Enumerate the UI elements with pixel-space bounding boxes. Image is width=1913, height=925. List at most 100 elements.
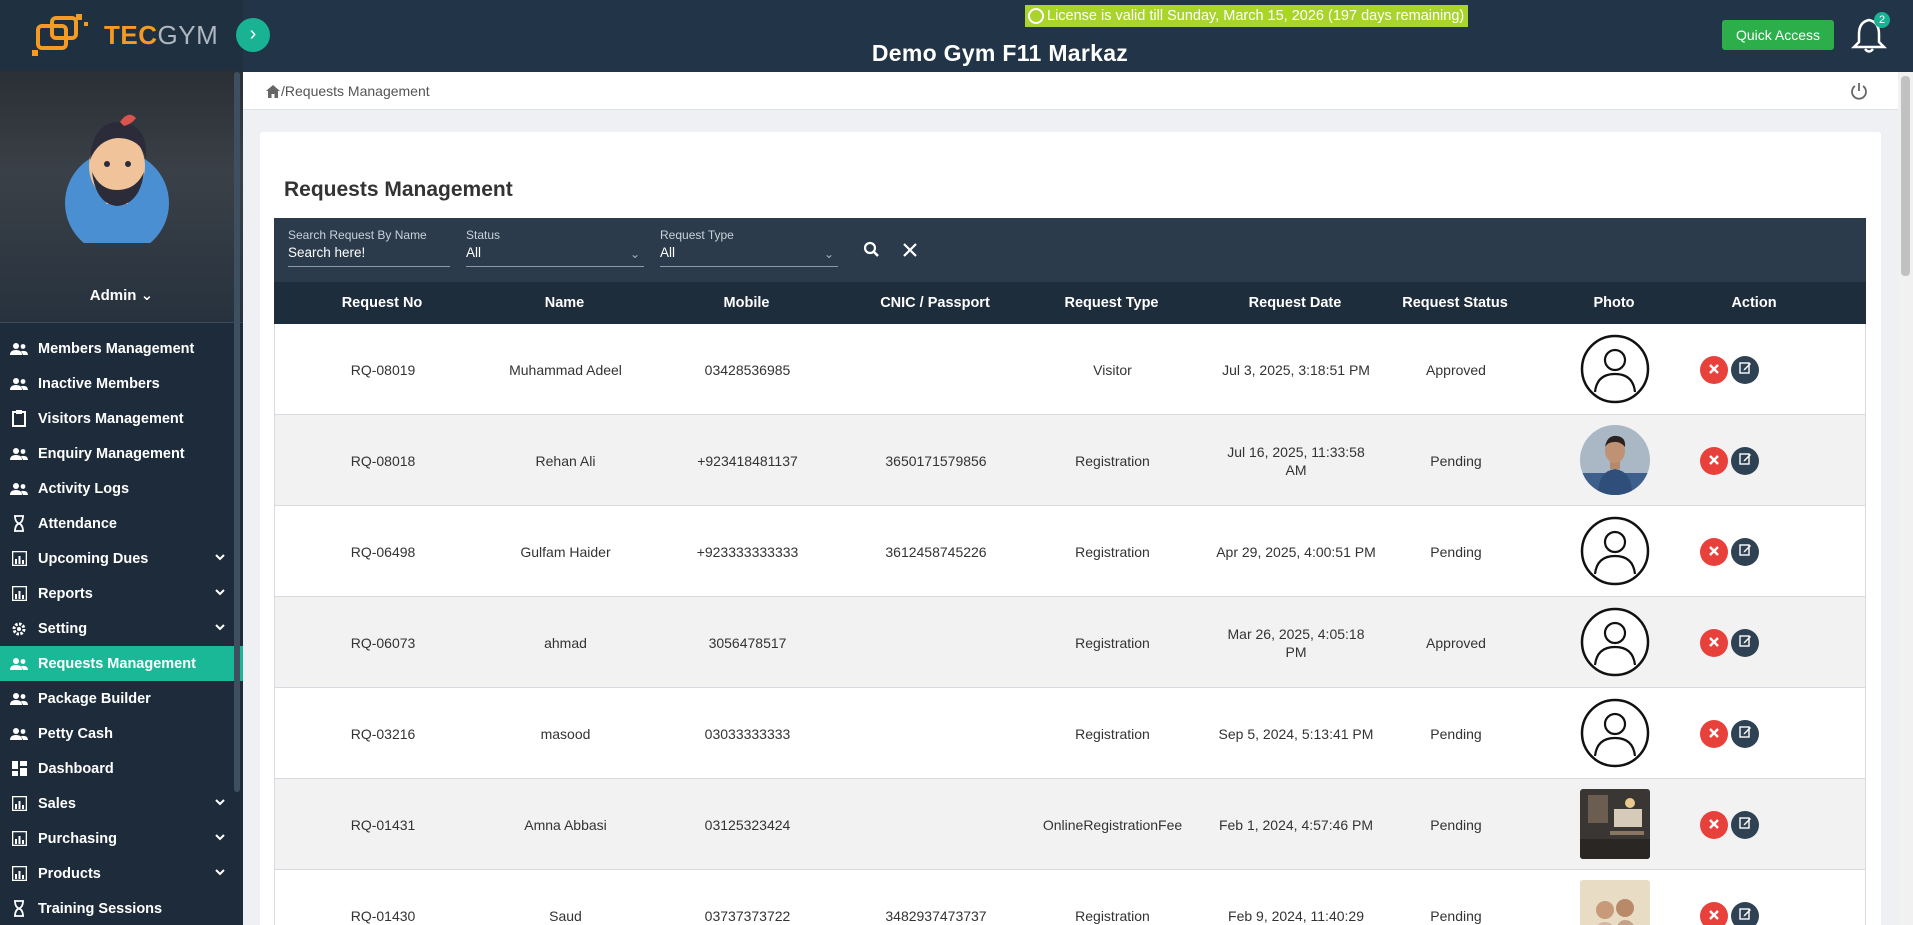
column-header-mobile[interactable]: Mobile xyxy=(674,295,819,311)
notification-badge: 2 xyxy=(1874,12,1890,28)
request-type-filter: Request Type All ⌄ xyxy=(660,228,838,267)
admin-menu[interactable]: Admin ⌄ xyxy=(0,286,243,304)
table-row[interactable]: RQ-08018 Rehan Ali +923418481137 3650171579… xyxy=(274,415,1866,506)
edit-request-button[interactable] xyxy=(1731,811,1759,839)
edit-request-button[interactable] xyxy=(1731,447,1759,475)
sidebar-item-label: Products xyxy=(38,865,101,882)
sidebar-item-setting[interactable]: Setting xyxy=(0,611,243,646)
users-icon xyxy=(8,375,30,393)
table-row[interactable]: RQ-08019 Muhammad Adeel 03428536985 Visitor… xyxy=(274,324,1866,415)
sidebar-item-petty-cash[interactable]: Petty Cash xyxy=(0,716,243,751)
page-scrollbar[interactable] xyxy=(1898,72,1913,925)
sidebar-item-dashboard[interactable]: Dashboard xyxy=(0,751,243,786)
home-icon[interactable] xyxy=(265,84,281,99)
table-row[interactable]: RQ-06498 Gulfam Haider +923333333333 361245… xyxy=(274,506,1866,597)
member-photo[interactable] xyxy=(1580,789,1650,859)
delete-request-button[interactable] xyxy=(1700,811,1728,839)
x-icon xyxy=(1709,819,1719,829)
delete-request-button[interactable] xyxy=(1700,720,1728,748)
cell-mobile: +923333333333 xyxy=(696,543,799,560)
edit-request-button[interactable] xyxy=(1731,538,1759,566)
column-header-request-no[interactable]: Request No xyxy=(312,295,452,311)
column-header-request-date[interactable]: Request Date xyxy=(1215,295,1375,311)
sidebar-toggle-button[interactable]: › xyxy=(236,18,270,52)
sidebar-item-inactive-members[interactable]: Inactive Members xyxy=(0,366,243,401)
column-header-action[interactable]: Action xyxy=(1694,295,1814,311)
status-select[interactable]: All ⌄ xyxy=(466,245,644,267)
sidebar-item-sales[interactable]: Sales xyxy=(0,786,243,821)
sidebar-item-package-builder[interactable]: Package Builder xyxy=(0,681,243,716)
quick-access-button[interactable]: Quick Access xyxy=(1722,20,1835,50)
cell-request-status: Pending xyxy=(1430,816,1482,833)
user-placeholder-avatar[interactable] xyxy=(1580,334,1650,404)
cell-request-date: Feb 9, 2024, 11:40:29 xyxy=(1228,907,1364,924)
delete-request-button[interactable] xyxy=(1700,538,1728,566)
avatar[interactable] xyxy=(62,108,172,243)
power-icon[interactable] xyxy=(1850,82,1868,100)
sidebar-item-label: Dashboard xyxy=(38,760,114,777)
cell-mobile: 03737373722 xyxy=(704,907,791,924)
search-input[interactable]: Search here! xyxy=(288,245,450,267)
sidebar-item-reports[interactable]: Reports xyxy=(0,576,243,611)
chevron-down-icon xyxy=(215,865,225,879)
sidebar-item-requests-management[interactable]: Requests Management xyxy=(0,646,243,681)
table-row[interactable]: RQ-01430 Saud 03737373722 3482937473737 Regi… xyxy=(274,870,1866,925)
cell-request-status: Approved xyxy=(1426,634,1486,651)
sidebar-item-label: Reports xyxy=(38,585,93,602)
cell-cnic: 3612458745226 xyxy=(885,543,987,560)
cell-cnic xyxy=(851,688,1021,779)
sidebar-item-purchasing[interactable]: Purchasing xyxy=(0,821,243,856)
chart-icon xyxy=(8,795,30,813)
chevron-down-icon xyxy=(215,550,225,564)
sidebar-item-products[interactable]: Products xyxy=(0,856,243,891)
column-header-request-type[interactable]: Request Type xyxy=(1039,295,1184,311)
sidebar-item-activity-logs[interactable]: Activity Logs xyxy=(0,471,243,506)
profile-panel: Admin ⌄ xyxy=(0,70,243,323)
breadcrumb-current: Requests Management xyxy=(284,83,430,99)
user-placeholder-avatar[interactable] xyxy=(1580,516,1650,586)
cell-request-date: Mar 26, 2025, 4:05:18 PM xyxy=(1227,625,1365,660)
user-placeholder-avatar[interactable] xyxy=(1580,607,1650,677)
edit-icon xyxy=(1738,635,1751,647)
cell-name: Rehan Ali xyxy=(535,452,596,469)
clipboard-icon xyxy=(8,410,30,428)
request-type-select[interactable]: All ⌄ xyxy=(660,245,838,267)
edit-icon xyxy=(1738,908,1751,920)
column-header-cnic-passport[interactable]: CNIC / Passport xyxy=(850,295,1020,311)
table-row[interactable]: RQ-03216 masood 03033333333 Registration Sep… xyxy=(274,688,1866,779)
table-row[interactable]: RQ-06073 ahmad 3056478517 Registration Mar 2… xyxy=(274,597,1866,688)
column-header-name[interactable]: Name xyxy=(492,295,637,311)
delete-request-button[interactable] xyxy=(1700,629,1728,657)
member-photo[interactable] xyxy=(1580,425,1650,495)
sidebar-item-training-sessions[interactable]: Training Sessions xyxy=(0,891,243,925)
search-icon[interactable] xyxy=(860,238,884,262)
table-row[interactable]: RQ-01431 Amna Abbasi 03125323424 OnlineRegi… xyxy=(274,779,1866,870)
edit-request-button[interactable] xyxy=(1731,720,1759,748)
x-icon xyxy=(1709,637,1719,647)
edit-request-button[interactable] xyxy=(1731,902,1759,925)
member-photo[interactable] xyxy=(1580,880,1650,925)
edit-request-button[interactable] xyxy=(1731,629,1759,657)
delete-request-button[interactable] xyxy=(1700,356,1728,384)
sidebar-item-attendance[interactable]: Attendance xyxy=(0,506,243,541)
sidebar-item-members-management[interactable]: Members Management xyxy=(0,331,243,366)
sidebar-item-upcoming-dues[interactable]: Upcoming Dues xyxy=(0,541,243,576)
chevron-down-icon: ⌄ xyxy=(823,247,834,261)
column-header-request-status[interactable]: Request Status xyxy=(1390,295,1520,311)
delete-request-button[interactable] xyxy=(1700,902,1728,925)
sidebar-item-label: Enquiry Management xyxy=(38,445,185,462)
delete-request-button[interactable] xyxy=(1700,447,1728,475)
clear-filters-icon[interactable] xyxy=(898,238,922,262)
users-icon xyxy=(8,480,30,498)
chevron-down-icon xyxy=(215,620,225,634)
edit-request-button[interactable] xyxy=(1731,356,1759,384)
page-scrollbar-thumb[interactable] xyxy=(1901,76,1910,276)
user-placeholder-avatar[interactable] xyxy=(1580,698,1650,768)
x-icon xyxy=(1709,910,1719,920)
sidebar-scrollbar[interactable] xyxy=(234,72,240,792)
cell-request-no: RQ-06073 xyxy=(350,634,416,651)
sidebar-item-label: Members Management xyxy=(38,340,195,357)
column-header-photo[interactable]: Photo xyxy=(1574,295,1654,311)
sidebar-item-visitors-management[interactable]: Visitors Management xyxy=(0,401,243,436)
sidebar-item-enquiry-management[interactable]: Enquiry Management xyxy=(0,436,243,471)
